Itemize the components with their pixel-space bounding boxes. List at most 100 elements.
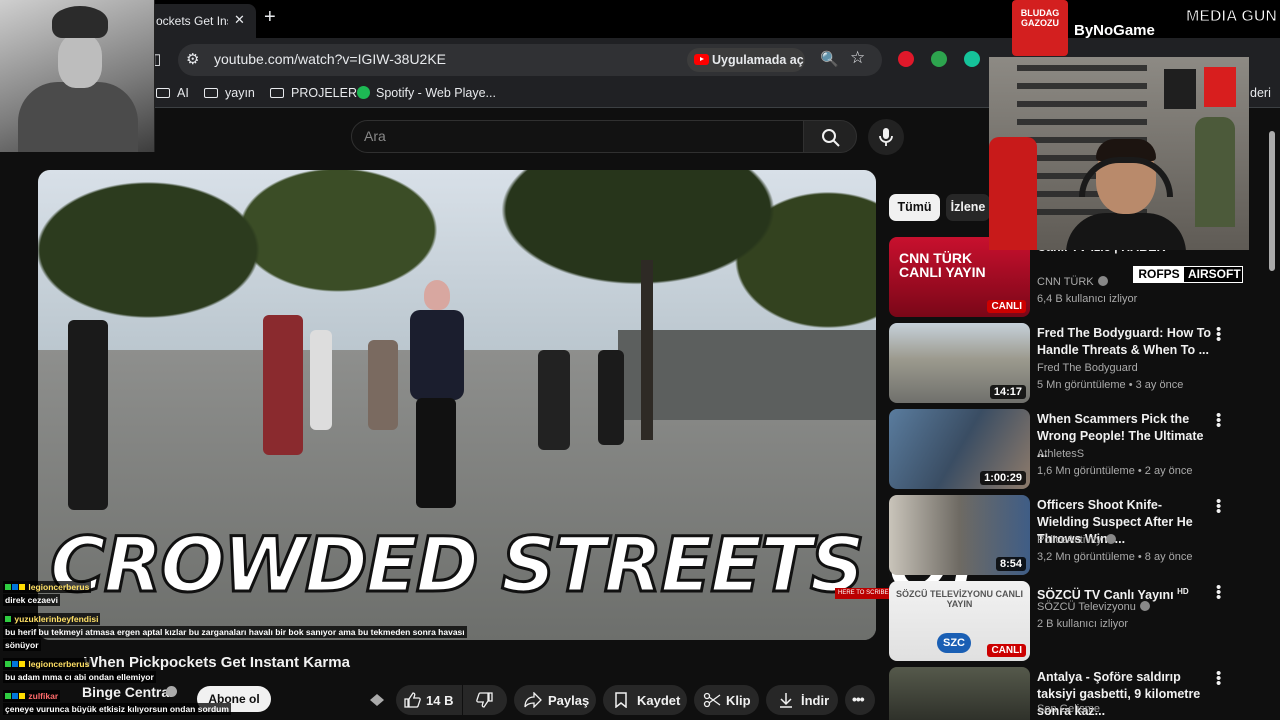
save-button[interactable]: Kaydet bbox=[603, 685, 687, 715]
recommendation-channel[interactable]: Fred The Bodyguard bbox=[1037, 362, 1138, 374]
chat-message: legioncerberus bbox=[3, 658, 92, 670]
chat-message: legioncerberus bbox=[3, 581, 92, 593]
sponsor-logo-bynogame: ByNoGame bbox=[1074, 22, 1155, 39]
duration-badge: 1:00:29 bbox=[980, 471, 1026, 485]
voice-search-button[interactable] bbox=[868, 119, 904, 155]
dislike-button[interactable] bbox=[463, 685, 507, 715]
verified-icon bbox=[1097, 276, 1108, 286]
folder-icon bbox=[156, 88, 170, 98]
download-icon bbox=[780, 693, 792, 708]
chip-all[interactable]: Tümü bbox=[889, 194, 940, 221]
video-scene-person bbox=[598, 350, 624, 445]
like-button[interactable]: 14 B bbox=[396, 685, 462, 715]
search-button[interactable] bbox=[803, 120, 857, 153]
scissors-icon bbox=[703, 692, 721, 708]
more-actions-button[interactable]: ••• bbox=[845, 685, 875, 715]
verified-icon bbox=[1105, 534, 1116, 544]
video-scene-main-person bbox=[398, 280, 478, 530]
site-settings-icon[interactable]: ⚙ bbox=[186, 50, 199, 68]
recommendation-thumbnail[interactable]: 14:17 bbox=[889, 323, 1030, 403]
recommendation-thumbnail[interactable]: SÖZCÜ TELEVİZYONU CANLI YAYIN SZC CANLI bbox=[889, 581, 1030, 661]
recommendation-thumbnail[interactable] bbox=[889, 667, 1030, 720]
share-button[interactable]: Paylaş bbox=[514, 685, 596, 715]
like-count: 14 B bbox=[426, 693, 454, 708]
recommendation-item[interactable]: SÖZCÜ TELEVİZYONU CANLI YAYIN SZC CANLI … bbox=[889, 580, 1269, 663]
zoom-icon[interactable]: 🔍 bbox=[820, 50, 839, 68]
verified-icon bbox=[166, 686, 177, 697]
more-vertical-icon[interactable]: • • • bbox=[1216, 408, 1222, 433]
recommendation-channel[interactable]: CNN TÜRK bbox=[1037, 276, 1108, 288]
extension-icon[interactable] bbox=[931, 51, 947, 67]
video-scene-tree-trunk bbox=[641, 260, 653, 440]
recommendation-item[interactable]: Antalya - Şoföre saldırıp taksiyi gasbet… bbox=[889, 666, 1269, 720]
video-subscribe-watermark: HERE TO SCRIBE bbox=[835, 588, 892, 599]
chat-message-text: sönüyor bbox=[3, 639, 41, 651]
recommendation-channel[interactable]: Son Gelişme bbox=[1037, 703, 1100, 715]
chip-watched[interactable]: İzlene bbox=[946, 194, 990, 221]
channel-name[interactable]: Binge Central bbox=[82, 684, 173, 700]
chat-message-text: bu adam mma cı abi ondan ellemiyor bbox=[3, 671, 156, 683]
bookmark-projeler[interactable]: PROJELER bbox=[270, 86, 357, 100]
extension-icon[interactable] bbox=[898, 51, 914, 67]
chat-message-text: çeneye vurunca büyük etkisiz kılıyorsun … bbox=[3, 703, 231, 715]
thumbs-down-icon bbox=[476, 692, 493, 708]
more-vertical-icon[interactable]: • • • bbox=[1216, 580, 1222, 605]
bookmark-star-icon[interactable]: ☆ bbox=[850, 48, 865, 68]
bookmark-overflow[interactable]: deri bbox=[1250, 86, 1271, 100]
live-badge: CANLI bbox=[987, 300, 1026, 313]
recommendation-channel[interactable]: AthletesS bbox=[1037, 448, 1084, 460]
browser-tab[interactable]: ockets Get Ins ✕ bbox=[148, 4, 256, 38]
recommendation-item[interactable]: 8:54 Officers Shoot Knife-Wielding Suspe… bbox=[889, 494, 1269, 577]
sozcu-logo: SZC bbox=[937, 633, 971, 653]
download-button[interactable]: İndir bbox=[766, 685, 838, 715]
video-title: When Pickpockets Get Instant Karma bbox=[84, 654, 350, 671]
person-body bbox=[410, 310, 464, 400]
bookmark-ai[interactable]: AI bbox=[156, 86, 189, 100]
recommendation-channel[interactable]: PoliceActivity bbox=[1037, 534, 1116, 546]
recommendation-meta: 6,4 B kullanıcı izliyor bbox=[1037, 293, 1138, 305]
open-in-app-label: Uygulamada aç bbox=[712, 53, 804, 67]
page-scrollbar[interactable] bbox=[1268, 115, 1276, 715]
search-box[interactable] bbox=[351, 120, 804, 153]
recommendation-thumbnail[interactable]: 1:00:29 bbox=[889, 409, 1030, 489]
chat-message: zulfikar bbox=[3, 690, 61, 702]
recommendation-item[interactable]: 14:17 Fred The Bodyguard: How To Handle … bbox=[889, 322, 1269, 405]
recommendation-meta: 2 B kullanıcı izliyor bbox=[1037, 618, 1129, 630]
video-scene-person bbox=[368, 340, 398, 430]
rofps-airsoft-logo: ROFPS AIRSOFT bbox=[1133, 266, 1243, 283]
close-tab-icon[interactable]: ✕ bbox=[234, 12, 245, 28]
more-vertical-icon[interactable]: • • • bbox=[1216, 322, 1222, 347]
recommendation-meta: 3,2 Mn görüntüleme • 8 ay önce bbox=[1037, 551, 1193, 563]
open-in-app-button[interactable]: Uygulamada aç bbox=[687, 48, 805, 72]
microphone-icon bbox=[879, 128, 893, 146]
spotify-icon bbox=[357, 86, 370, 99]
sponsor-logo-media-gun: MEDIA GUN bbox=[1186, 8, 1278, 26]
headset-icon bbox=[1079, 157, 1173, 197]
streamer bbox=[1061, 127, 1191, 250]
video-scene-person bbox=[68, 320, 108, 510]
folder-icon bbox=[204, 88, 218, 98]
stream-overlay-portrait bbox=[0, 0, 155, 152]
more-vertical-icon[interactable]: • • • bbox=[1216, 494, 1222, 519]
folder-icon bbox=[270, 88, 284, 98]
verified-icon bbox=[1139, 601, 1150, 611]
url-text[interactable]: youtube.com/watch?v=IGIW-38U2KE bbox=[214, 51, 446, 67]
bookmark-yayin[interactable]: yayın bbox=[204, 86, 255, 100]
clip-button[interactable]: Klip bbox=[694, 685, 759, 715]
recommendation-item[interactable]: 1:00:29 When Scammers Pick the Wrong Peo… bbox=[889, 408, 1269, 491]
tab-title: ockets Get Ins bbox=[156, 14, 228, 28]
recommendation-thumbnail[interactable]: 8:54 bbox=[889, 495, 1030, 575]
more-horizontal-icon: ••• bbox=[852, 691, 865, 707]
new-tab-icon[interactable]: + bbox=[264, 6, 276, 29]
duration-badge: 8:54 bbox=[995, 557, 1026, 571]
scrollbar-thumb[interactable] bbox=[1269, 131, 1275, 271]
more-vertical-icon[interactable]: • • • bbox=[1216, 666, 1222, 691]
share-icon bbox=[524, 692, 542, 708]
recommendation-channel[interactable]: SÖZCÜ Televizyonu bbox=[1037, 601, 1150, 613]
recommendation-title[interactable]: Fred The Bodyguard: How To Handle Threat… bbox=[1037, 325, 1212, 359]
bookmark-spotify[interactable]: Spotify - Web Playe... bbox=[357, 86, 496, 100]
youtube-logo-icon bbox=[694, 54, 709, 65]
grammarly-icon[interactable] bbox=[964, 51, 980, 67]
search-input[interactable] bbox=[364, 128, 784, 144]
join-icon[interactable] bbox=[362, 685, 394, 715]
